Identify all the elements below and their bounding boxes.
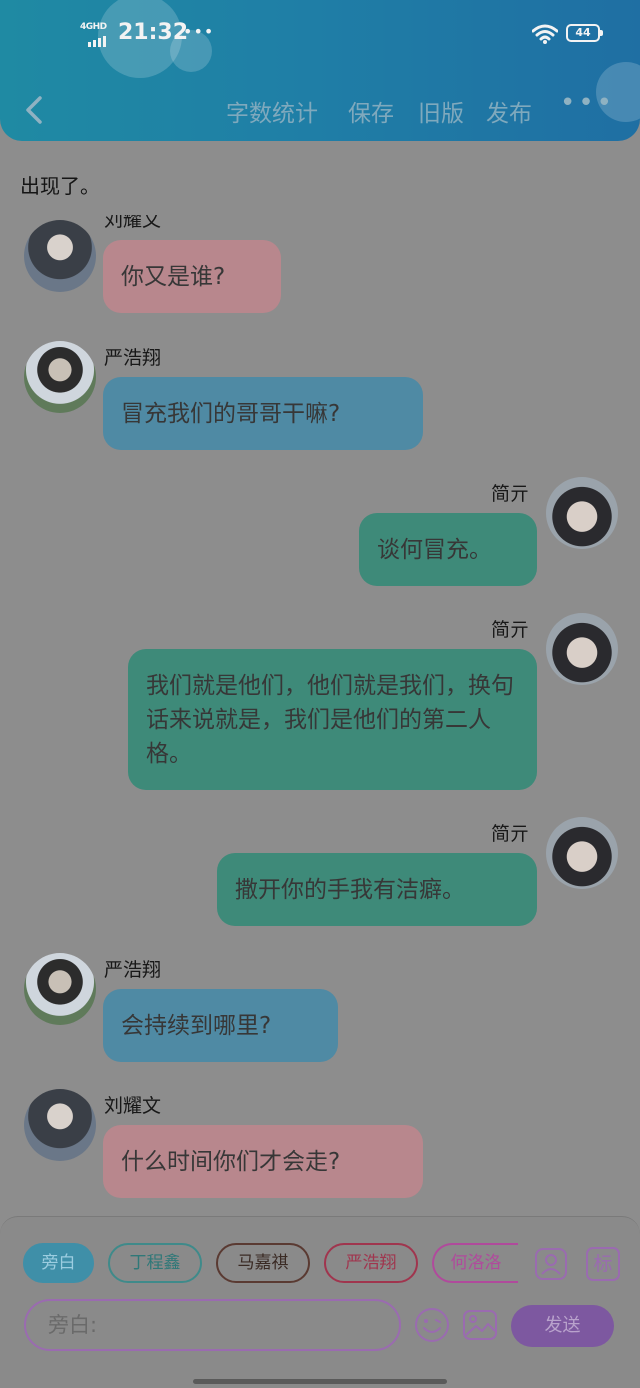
emoji-icon[interactable]: [414, 1307, 450, 1343]
speaker-name: 简亓: [491, 619, 530, 641]
speaker-name: 刘耀文: [104, 1095, 162, 1117]
message-bubble[interactable]: 我们就是他们，他们就是我们，换句话来说就是，我们是他们的第二人格。: [128, 649, 537, 790]
character-tab-narration[interactable]: 旁白: [23, 1243, 94, 1283]
message-input[interactable]: [24, 1299, 401, 1351]
speaker-name: 简亓: [491, 483, 530, 505]
status-dots: •••: [183, 22, 215, 41]
editor-toolbar: 字数统计 保存 旧版 发布 •••: [0, 82, 640, 138]
home-indicator: [193, 1379, 447, 1384]
person-card-icon[interactable]: [534, 1247, 568, 1281]
avatar[interactable]: [546, 477, 618, 549]
message-bubble[interactable]: 撒开你的手我有洁癖。: [217, 853, 537, 926]
avatar[interactable]: [546, 817, 618, 889]
avatar[interactable]: [546, 613, 618, 685]
chat-list[interactable]: 刘耀文 你又是谁? 严浩翔 冒充我们的哥哥干嘛? 简亓 谈何冒充。 简亓 我们就…: [0, 215, 640, 1215]
chat-message: 简亓 我们就是他们，他们就是我们，换句话来说就是，我们是他们的第二人格。: [0, 613, 640, 793]
message-bubble[interactable]: 你又是谁?: [103, 240, 281, 313]
chat-message: 刘耀文 什么时间你们才会走?: [0, 1089, 640, 1199]
message-bubble[interactable]: 冒充我们的哥哥干嘛?: [103, 377, 423, 450]
image-icon[interactable]: [462, 1307, 498, 1343]
status-bar: 4GHD 21:32 ••• 44: [0, 0, 640, 70]
wifi-icon: [532, 24, 558, 44]
chat-message: 简亓 撒开你的手我有洁癖。: [0, 817, 640, 927]
narration-text: 出现了。: [20, 174, 100, 198]
back-arrow-icon[interactable]: [20, 92, 50, 128]
publish-button[interactable]: 发布: [486, 94, 532, 128]
speaker-name: 简亓: [491, 823, 530, 845]
message-bubble[interactable]: 谈何冒充。: [359, 513, 537, 586]
chat-message: 刘耀文 你又是谁?: [0, 215, 640, 315]
message-bubble[interactable]: 什么时间你们才会走?: [103, 1125, 423, 1198]
send-button[interactable]: 发送: [511, 1305, 614, 1347]
avatar[interactable]: [24, 220, 96, 292]
character-tab[interactable]: 丁程鑫: [108, 1243, 202, 1283]
top-bar: 4GHD 21:32 ••• 44 字数统计 保存 旧版 发布 •••: [0, 0, 640, 141]
chat-message: 严浩翔 会持续到哪里?: [0, 953, 640, 1063]
save-button[interactable]: 保存: [348, 94, 394, 128]
cellular-signal-icon: 4GHD: [80, 22, 110, 48]
avatar[interactable]: [24, 1089, 96, 1161]
word-count-button[interactable]: 字数统计: [226, 94, 318, 128]
message-bubble[interactable]: 会持续到哪里?: [103, 989, 338, 1062]
chat-message: 严浩翔 冒充我们的哥哥干嘛?: [0, 341, 640, 451]
status-time: 21:32: [118, 20, 189, 45]
network-type: 4GHD: [80, 22, 107, 32]
speaker-name: 刘耀文: [104, 215, 162, 231]
character-tab[interactable]: 严浩翔: [324, 1243, 418, 1283]
old-version-button[interactable]: 旧版: [418, 94, 464, 128]
avatar[interactable]: [24, 953, 96, 1025]
more-menu-icon[interactable]: •••: [560, 88, 615, 118]
compose-panel: 旁白 丁程鑫 马嘉祺 严浩翔 何洛洛 标 发送: [0, 1216, 640, 1388]
speaker-name: 严浩翔: [104, 347, 162, 369]
character-tab[interactable]: 马嘉祺: [216, 1243, 310, 1283]
tag-button[interactable]: 标: [586, 1247, 620, 1281]
speaker-name: 严浩翔: [104, 959, 162, 981]
character-tab[interactable]: 何洛洛: [432, 1243, 518, 1283]
battery-indicator: 44: [566, 24, 603, 42]
avatar[interactable]: [24, 341, 96, 413]
chat-message: 简亓 谈何冒充。: [0, 477, 640, 587]
